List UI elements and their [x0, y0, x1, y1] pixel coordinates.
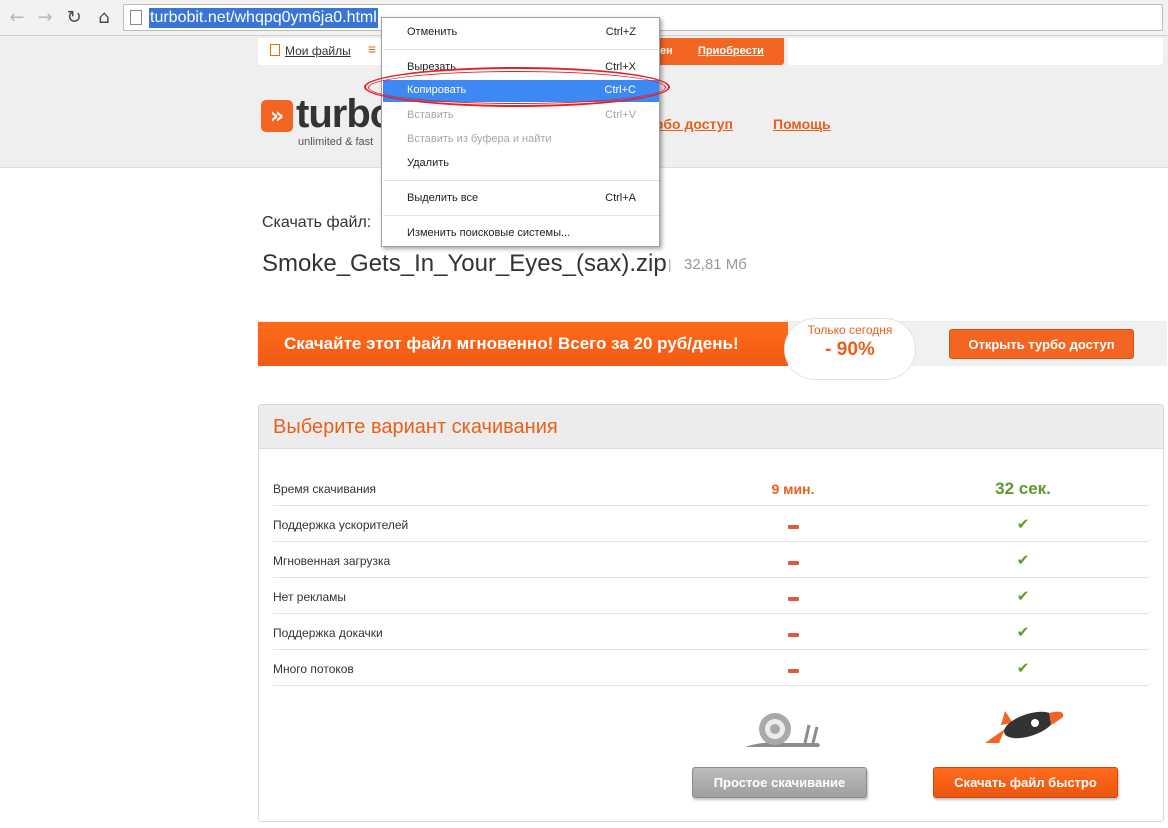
feature-row: Время скачивания 9 мин. 32 сек. [273, 470, 1149, 506]
files-icon [270, 44, 280, 56]
fast-download-button[interactable]: Скачать файл быстро [933, 767, 1118, 798]
buy-promo: ен Приобрести [654, 38, 784, 65]
url-text[interactable]: turbobit.net/whqpq0ym6ja0.html [149, 8, 378, 28]
buy-link[interactable]: Приобрести [698, 45, 764, 57]
menu-label: Вставить из буфера и найти [407, 133, 552, 145]
site-search-box[interactable] [788, 38, 1163, 65]
check-icon: ✔ [1016, 551, 1030, 569]
promo-prefix: ен [660, 45, 673, 57]
logo-text[interactable]: turbo [296, 92, 394, 137]
feature-label: Нет рекламы [273, 590, 347, 604]
open-turbo-button[interactable]: Открыть турбо доступ [949, 329, 1134, 359]
menu-separator [383, 215, 659, 216]
rocket-icon [985, 711, 1064, 743]
menu-item-select-all[interactable]: Выделить все Ctrl+A [383, 188, 659, 210]
promo-banner: Скачайте этот файл мгновенно! Всего за 2… [257, 319, 1167, 379]
forward-icon[interactable]: → [34, 6, 56, 28]
feature-label: Мгновенная загрузка [273, 554, 391, 568]
feature-label: Поддержка ускорителей [273, 518, 409, 532]
discount-cloud: Только сегодня - 90% [785, 319, 915, 379]
download-options-panel: Выберите вариант скачивания Время скачив… [258, 404, 1164, 822]
minus-icon [787, 524, 799, 529]
feature-label: Время скачивания [273, 482, 377, 496]
menu-label: Вырезать [407, 61, 456, 73]
discount-value: - 90% [825, 339, 875, 360]
file-name: Smoke_Gets_In_Your_Eyes_(sax).zip [262, 250, 667, 277]
nav-help[interactable]: Помощь [773, 116, 831, 132]
minus-icon [787, 596, 799, 601]
feature-row: Поддержка ускорителей ✔ [273, 506, 1149, 542]
check-icon: ✔ [1016, 659, 1030, 677]
logo-tagline: unlimited & fast [298, 136, 374, 148]
today-label: Только сегодня [807, 323, 893, 337]
page-icon [130, 10, 142, 25]
file-separator: | [668, 256, 672, 272]
simple-download-button[interactable]: Простое скачивание [692, 767, 867, 798]
menu-label: Выделить все [407, 192, 479, 204]
menu-item-delete[interactable]: Удалить [383, 153, 659, 175]
context-menu: Отменить Ctrl+Z Вырезать Ctrl+X Копирова… [381, 17, 660, 247]
menu-item-undo[interactable]: Отменить Ctrl+Z [383, 22, 659, 44]
menu-shortcut: Ctrl+C [604, 84, 636, 96]
menu-item-paste[interactable]: Вставить Ctrl+V [383, 105, 659, 127]
download-label: Скачать файл: [262, 214, 372, 231]
feature-row: Мгновенная загрузка ✔ [273, 542, 1149, 578]
menu-item-copy[interactable]: Копировать Ctrl+C [383, 80, 659, 102]
panel-header: Выберите вариант скачивания [259, 405, 1163, 449]
panel-title: Выберите вариант скачивания [273, 416, 558, 438]
menu-item-cut[interactable]: Вырезать Ctrl+X [383, 57, 659, 79]
menu-separator [383, 49, 659, 50]
check-icon: ✔ [1016, 587, 1030, 605]
minus-icon [787, 560, 799, 565]
back-icon[interactable]: ← [6, 6, 28, 28]
feature-row: Нет рекламы ✔ [273, 578, 1149, 614]
my-files-link[interactable]: Мои файлы [285, 44, 351, 58]
promo-text: Скачайте этот файл мгновенно! Всего за 2… [284, 334, 739, 353]
check-icon: ✔ [1016, 623, 1030, 641]
slow-download-time: 9 мин. [771, 481, 815, 497]
snail-icon [745, 713, 820, 747]
menu-separator [383, 180, 659, 181]
menu-label: Копировать [407, 84, 467, 96]
menu-item-paste-and-search[interactable]: Вставить из буфера и найти [383, 129, 659, 151]
minus-icon [787, 668, 799, 673]
promo-strip: Скачайте этот файл мгновенно! Всего за 2… [258, 322, 788, 366]
turbo-icon: ≡ [368, 41, 377, 57]
feature-row: Много потоков ✔ [273, 650, 1149, 686]
feature-label: Поддержка докачки [273, 626, 383, 640]
logo-icon[interactable]: » [261, 100, 293, 132]
home-icon[interactable]: ⌂ [93, 6, 115, 28]
minus-icon [787, 632, 799, 637]
menu-shortcut: Ctrl+X [605, 61, 636, 73]
check-icon: ✔ [1016, 515, 1030, 533]
menu-shortcut: Ctrl+Z [605, 26, 636, 38]
menu-label: Удалить [407, 157, 449, 169]
menu-label: Отменить [407, 26, 458, 38]
menu-label: Изменить поисковые системы... [407, 227, 571, 239]
reload-icon[interactable]: ↻ [63, 6, 85, 28]
menu-label: Вставить [407, 109, 454, 121]
feature-label: Много потоков [273, 662, 354, 676]
fast-download-time: 32 сек. [995, 479, 1051, 498]
menu-item-edit-search-engines[interactable]: Изменить поисковые системы... [383, 223, 659, 245]
file-size: 32,81 Мб [684, 256, 747, 273]
menu-shortcut: Ctrl+V [605, 109, 636, 121]
feature-row: Поддержка докачки ✔ [273, 614, 1149, 650]
menu-shortcut: Ctrl+A [605, 192, 636, 204]
